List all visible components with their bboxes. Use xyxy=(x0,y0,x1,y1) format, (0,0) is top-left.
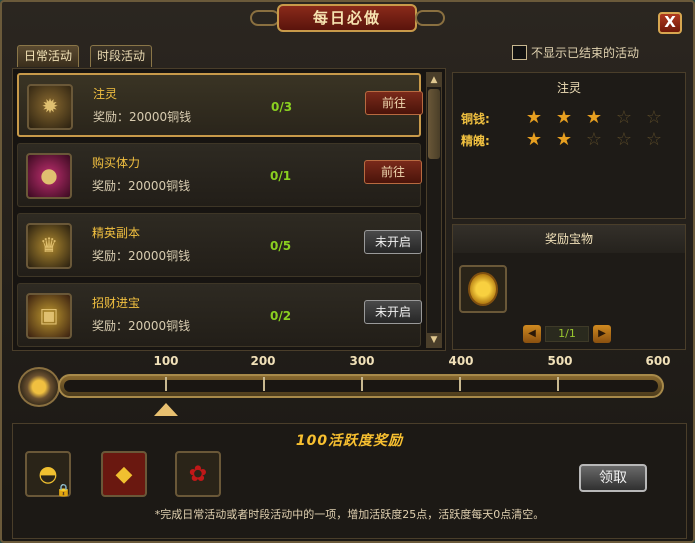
treasure-chest-icon: ▣ xyxy=(26,293,72,339)
activity-reward: 奖励：20000铜钱 xyxy=(92,249,191,263)
list-item-activity[interactable]: ♛ 精英副本 奖励：20000铜钱 0/5 未开启 xyxy=(17,213,422,277)
red-envelope-icon[interactable]: ◆ xyxy=(101,451,147,497)
page-indicator: 1/1 xyxy=(545,326,589,342)
next-page-button[interactable]: ▶ xyxy=(593,325,611,343)
list-item-activity[interactable]: ✹ 注灵 奖励：20000铜钱 0/3 前往 xyxy=(17,73,423,137)
daily-tasks-window: 每日必做 X 日常活动 时段活动 不显示已结束的活动 ✹ 注灵 奖励：20000… xyxy=(0,0,695,543)
activity-detail-panel: 注灵 铜钱: ★ ★ ★ ☆ ☆ 精魄: ★ ★ ☆ ☆ ☆ xyxy=(452,72,686,219)
detail-title: 注灵 xyxy=(556,81,581,95)
activity-name: 购买体力 xyxy=(92,156,141,170)
prev-page-button[interactable]: ◀ xyxy=(523,325,541,343)
essence-rating: 精魄: ★ ★ ☆ ☆ ☆ xyxy=(461,131,669,149)
bonus-note: *完成日常活动或者时段活动中的一项，增加活跃度25点，活跃度每天0点清空。 xyxy=(154,508,545,521)
activity-list: ✹ 注灵 奖励：20000铜钱 0/3 前往 ● 购买体力 奖励：20000铜钱… xyxy=(12,68,446,351)
star-filled-icon: ★ xyxy=(525,129,543,150)
star-empty-icon: ☆ xyxy=(585,129,603,150)
elite-dungeon-icon: ♛ xyxy=(26,223,72,269)
milestone-label: 600 xyxy=(645,354,671,368)
star-filled-icon: ★ xyxy=(525,107,543,128)
milestone-tick[interactable] xyxy=(557,377,559,391)
milestone-tick[interactable] xyxy=(361,377,363,391)
activity-bonus-panel: 100活跃度奖励 ◓ 🔒 ◆ ✿ 领取 *完成日常活动或者时段活动中的一项，增加活… xyxy=(12,423,687,539)
milestone-label: 300 xyxy=(349,354,375,368)
activity-reward: 奖励：20000铜钱 xyxy=(92,319,191,333)
milestone-tick[interactable] xyxy=(165,377,167,391)
star-filled-icon: ★ xyxy=(555,129,573,150)
star-empty-icon: ☆ xyxy=(615,107,633,128)
star-empty-icon: ☆ xyxy=(645,107,663,128)
title-ornament-left xyxy=(250,10,280,26)
rose-icon[interactable]: ✿ xyxy=(175,451,221,497)
tab-timed-activities[interactable]: 时段活动 xyxy=(90,45,153,67)
star-filled-icon: ★ xyxy=(585,107,603,128)
title-ornament-right xyxy=(415,10,445,26)
activity-list-scrollbar[interactable]: ▲ ▼ xyxy=(426,72,442,348)
copper-rating: 铜钱: ★ ★ ★ ☆ ☆ xyxy=(461,109,669,127)
star-empty-icon: ☆ xyxy=(615,129,633,150)
activity-bar-knob xyxy=(18,367,60,407)
milestone-label: 400 xyxy=(448,354,474,368)
hide-finished-checkbox[interactable] xyxy=(512,45,527,60)
gold-ingot-icon[interactable]: ◓ 🔒 xyxy=(25,451,71,497)
activity-name: 精英副本 xyxy=(92,226,141,240)
reward-item-slot[interactable] xyxy=(459,265,507,313)
star-empty-icon: ☆ xyxy=(645,129,663,150)
close-icon: X xyxy=(664,13,676,31)
activity-progress: 0/5 xyxy=(270,239,292,253)
gold-coin-icon xyxy=(468,272,498,306)
milestone-label: 200 xyxy=(250,354,276,368)
activity-progress: 0/3 xyxy=(271,100,293,114)
claim-button[interactable]: 领取 xyxy=(579,464,647,492)
activity-reward: 奖励：20000铜钱 xyxy=(92,179,191,193)
star-filled-icon: ★ xyxy=(555,107,573,128)
activity-name: 招财进宝 xyxy=(92,296,141,310)
list-item-activity[interactable]: ● 购买体力 奖励：20000铜钱 0/1 前往 xyxy=(17,143,422,207)
scroll-up-icon[interactable]: ▲ xyxy=(427,73,441,87)
go-button[interactable]: 前往 xyxy=(365,91,423,115)
window-title: 每日必做 xyxy=(277,4,417,32)
not-open-button[interactable]: 未开启 xyxy=(364,230,422,254)
scroll-thumb[interactable] xyxy=(428,89,440,159)
activity-name: 注灵 xyxy=(93,87,118,101)
milestone-tick[interactable] xyxy=(263,377,265,391)
lock-icon: 🔒 xyxy=(56,483,71,497)
milestone-label: 100 xyxy=(153,354,179,368)
essence-rating-label: 精魄: xyxy=(461,133,490,148)
hide-finished-label: 不显示已结束的活动 xyxy=(531,46,640,60)
milestone-label: 500 xyxy=(547,354,573,368)
scroll-down-icon[interactable]: ▼ xyxy=(427,333,441,347)
milestone-tick[interactable] xyxy=(459,377,461,391)
not-open-button[interactable]: 未开启 xyxy=(364,300,422,324)
list-item-activity[interactable]: ▣ 招财进宝 奖励：20000铜钱 0/2 未开启 xyxy=(17,283,422,347)
copper-rating-label: 铜钱: xyxy=(461,111,490,126)
bonus-title: 100活跃度奖励 xyxy=(295,433,404,449)
hide-finished-toggle[interactable]: 不显示已结束的活动 xyxy=(512,44,639,61)
tab-daily-activities[interactable]: 日常活动 xyxy=(17,45,80,67)
reward-title: 奖励宝物 xyxy=(453,225,685,253)
activity-progress: 0/1 xyxy=(270,169,292,183)
reward-treasure-panel: 奖励宝物 ◀ 1/1 ▶ xyxy=(452,224,686,350)
activity-progress: 0/2 xyxy=(270,309,292,323)
go-button[interactable]: 前往 xyxy=(364,160,422,184)
stamina-orb-icon: ● xyxy=(26,153,72,199)
selected-milestone-marker-icon xyxy=(154,403,178,416)
spirit-beast-icon: ✹ xyxy=(27,84,73,130)
close-button[interactable]: X xyxy=(658,12,682,34)
activity-reward: 奖励：20000铜钱 xyxy=(93,110,192,124)
